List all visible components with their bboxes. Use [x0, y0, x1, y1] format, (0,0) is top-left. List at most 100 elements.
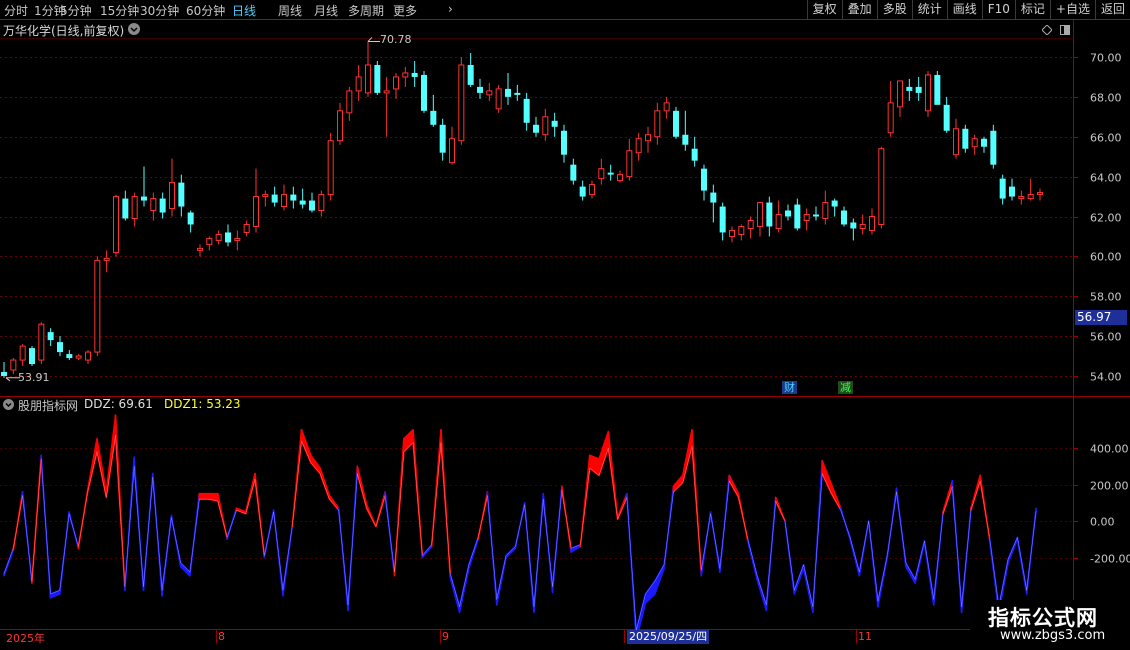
candle-body	[467, 64, 474, 85]
candle-body	[374, 64, 381, 93]
ddz-band-segment	[830, 483, 842, 511]
candle-body	[122, 198, 129, 219]
chevron-down-icon[interactable]	[128, 23, 140, 35]
toolbar-button-4[interactable]: 画线	[946, 0, 982, 19]
candle-body	[673, 110, 679, 137]
toolbar-button-2[interactable]: 多股	[876, 0, 912, 19]
period-tab-8[interactable]: 月线	[314, 2, 338, 19]
candle-body	[607, 172, 614, 175]
candle-body	[281, 194, 287, 208]
candle-body	[766, 202, 773, 227]
period-tab-7[interactable]: 周线	[278, 2, 302, 19]
ddz-band-segment	[672, 474, 684, 493]
toolbar-button-6[interactable]: 标记	[1014, 0, 1050, 19]
candle-body	[803, 214, 810, 221]
candle-body	[635, 138, 642, 154]
date-label-sep: 9	[442, 630, 449, 643]
candle-body	[794, 204, 801, 229]
candle-body	[719, 206, 726, 233]
candle-body	[1027, 194, 1034, 200]
finance-badge[interactable]: 财	[782, 381, 797, 394]
candle-body	[94, 259, 101, 353]
ddz-band-segment	[616, 492, 628, 520]
candle-body	[215, 233, 222, 241]
candle-body	[775, 214, 782, 229]
candle-body	[1037, 192, 1043, 196]
ddz-band-segment	[319, 467, 331, 500]
candle-body	[906, 86, 913, 91]
candle-body	[701, 168, 707, 191]
stock-title: 万华化学(日线,前复权)	[3, 24, 125, 38]
ddz-band-segment	[300, 428, 312, 464]
candle-body	[831, 200, 838, 207]
candle-body	[813, 214, 819, 217]
ddz-band-segment	[728, 474, 740, 499]
candle-body	[421, 74, 427, 111]
toolbar-button-8[interactable]: 返回	[1094, 0, 1130, 19]
candle-body	[439, 124, 446, 153]
candle-body	[169, 182, 175, 210]
indicator-tick-label: -200.00	[1090, 553, 1130, 566]
more-arrow-icon[interactable]: ›	[448, 2, 453, 16]
price-tick-label: 64.00	[1090, 172, 1122, 185]
candle-body	[327, 140, 334, 196]
period-tab-3[interactable]: 15分钟	[100, 2, 139, 19]
period-tab-0[interactable]: 分时	[4, 2, 28, 19]
ddz-band-segment	[96, 438, 108, 499]
period-tab-6[interactable]: 日线	[232, 2, 256, 19]
ddz-band-segment	[365, 503, 377, 528]
candle-body	[141, 196, 147, 201]
candle-body	[234, 237, 241, 241]
candle-body	[458, 64, 465, 142]
candle-body	[878, 148, 885, 225]
ddz-band-segment	[588, 454, 600, 477]
candle-body	[542, 116, 549, 136]
candle-body	[299, 200, 306, 205]
toolbar-button-5[interactable]: F10	[981, 0, 1015, 19]
toolbar-button-0[interactable]: 复权	[806, 0, 842, 19]
candle-body	[225, 232, 231, 243]
period-tab-2[interactable]: 5分钟	[60, 2, 92, 19]
candle-body	[747, 219, 754, 229]
candle-body	[1009, 186, 1015, 197]
candle-body	[757, 202, 763, 227]
watermark-url: www.zbgs3.com	[1000, 628, 1106, 643]
toolbar-button-3[interactable]: 统计	[911, 0, 947, 19]
period-tab-9[interactable]: 多周期	[348, 2, 384, 19]
chevron-down-icon[interactable]	[3, 399, 14, 410]
watermark: 指标公式网 www.zbgs3.com	[970, 600, 1130, 650]
period-tab-4[interactable]: 30分钟	[140, 2, 179, 19]
candle-body	[850, 222, 857, 229]
candle-body	[393, 76, 399, 90]
candle-body	[29, 348, 35, 365]
candle-body	[841, 210, 847, 225]
candle-body	[785, 210, 791, 217]
reduce-badge[interactable]: 减	[838, 381, 853, 394]
window-icon[interactable]	[1060, 24, 1070, 35]
toolbar-button-1[interactable]: 叠加	[841, 0, 877, 19]
candle-body	[934, 74, 941, 105]
ddz-band-segment	[49, 589, 61, 599]
ddz1-value: DDZ1: 53.23	[164, 397, 241, 411]
period-tab-5[interactable]: 60分钟	[186, 2, 225, 19]
toolbar-button-7[interactable]: +自选	[1049, 0, 1095, 19]
candle-body	[551, 120, 558, 127]
candle-body	[131, 196, 138, 219]
candle-body	[626, 150, 633, 178]
cursor-date-label: 2025/09/25/四	[627, 630, 710, 644]
price-tick-label: 62.00	[1090, 212, 1122, 225]
candle-body	[197, 247, 203, 251]
candle-body	[337, 110, 343, 142]
diamond-icon[interactable]	[1041, 24, 1053, 36]
ddz-band-segment	[179, 562, 191, 577]
candle-body	[589, 184, 595, 196]
candle-body	[318, 194, 325, 212]
ddz-band-segment	[905, 562, 916, 584]
ddz-band-segment	[570, 543, 582, 553]
chart-canvas: 54.00 56.00 58.00 60.00 62.00 64.00 66.00 68.00…	[0, 20, 1130, 650]
candle-body	[663, 102, 670, 112]
period-tab-10[interactable]: 更多	[393, 2, 417, 19]
ddz-band-segment	[356, 465, 368, 510]
date-label-nov: 11	[858, 630, 872, 643]
high-price-label: 70.78	[380, 33, 412, 47]
